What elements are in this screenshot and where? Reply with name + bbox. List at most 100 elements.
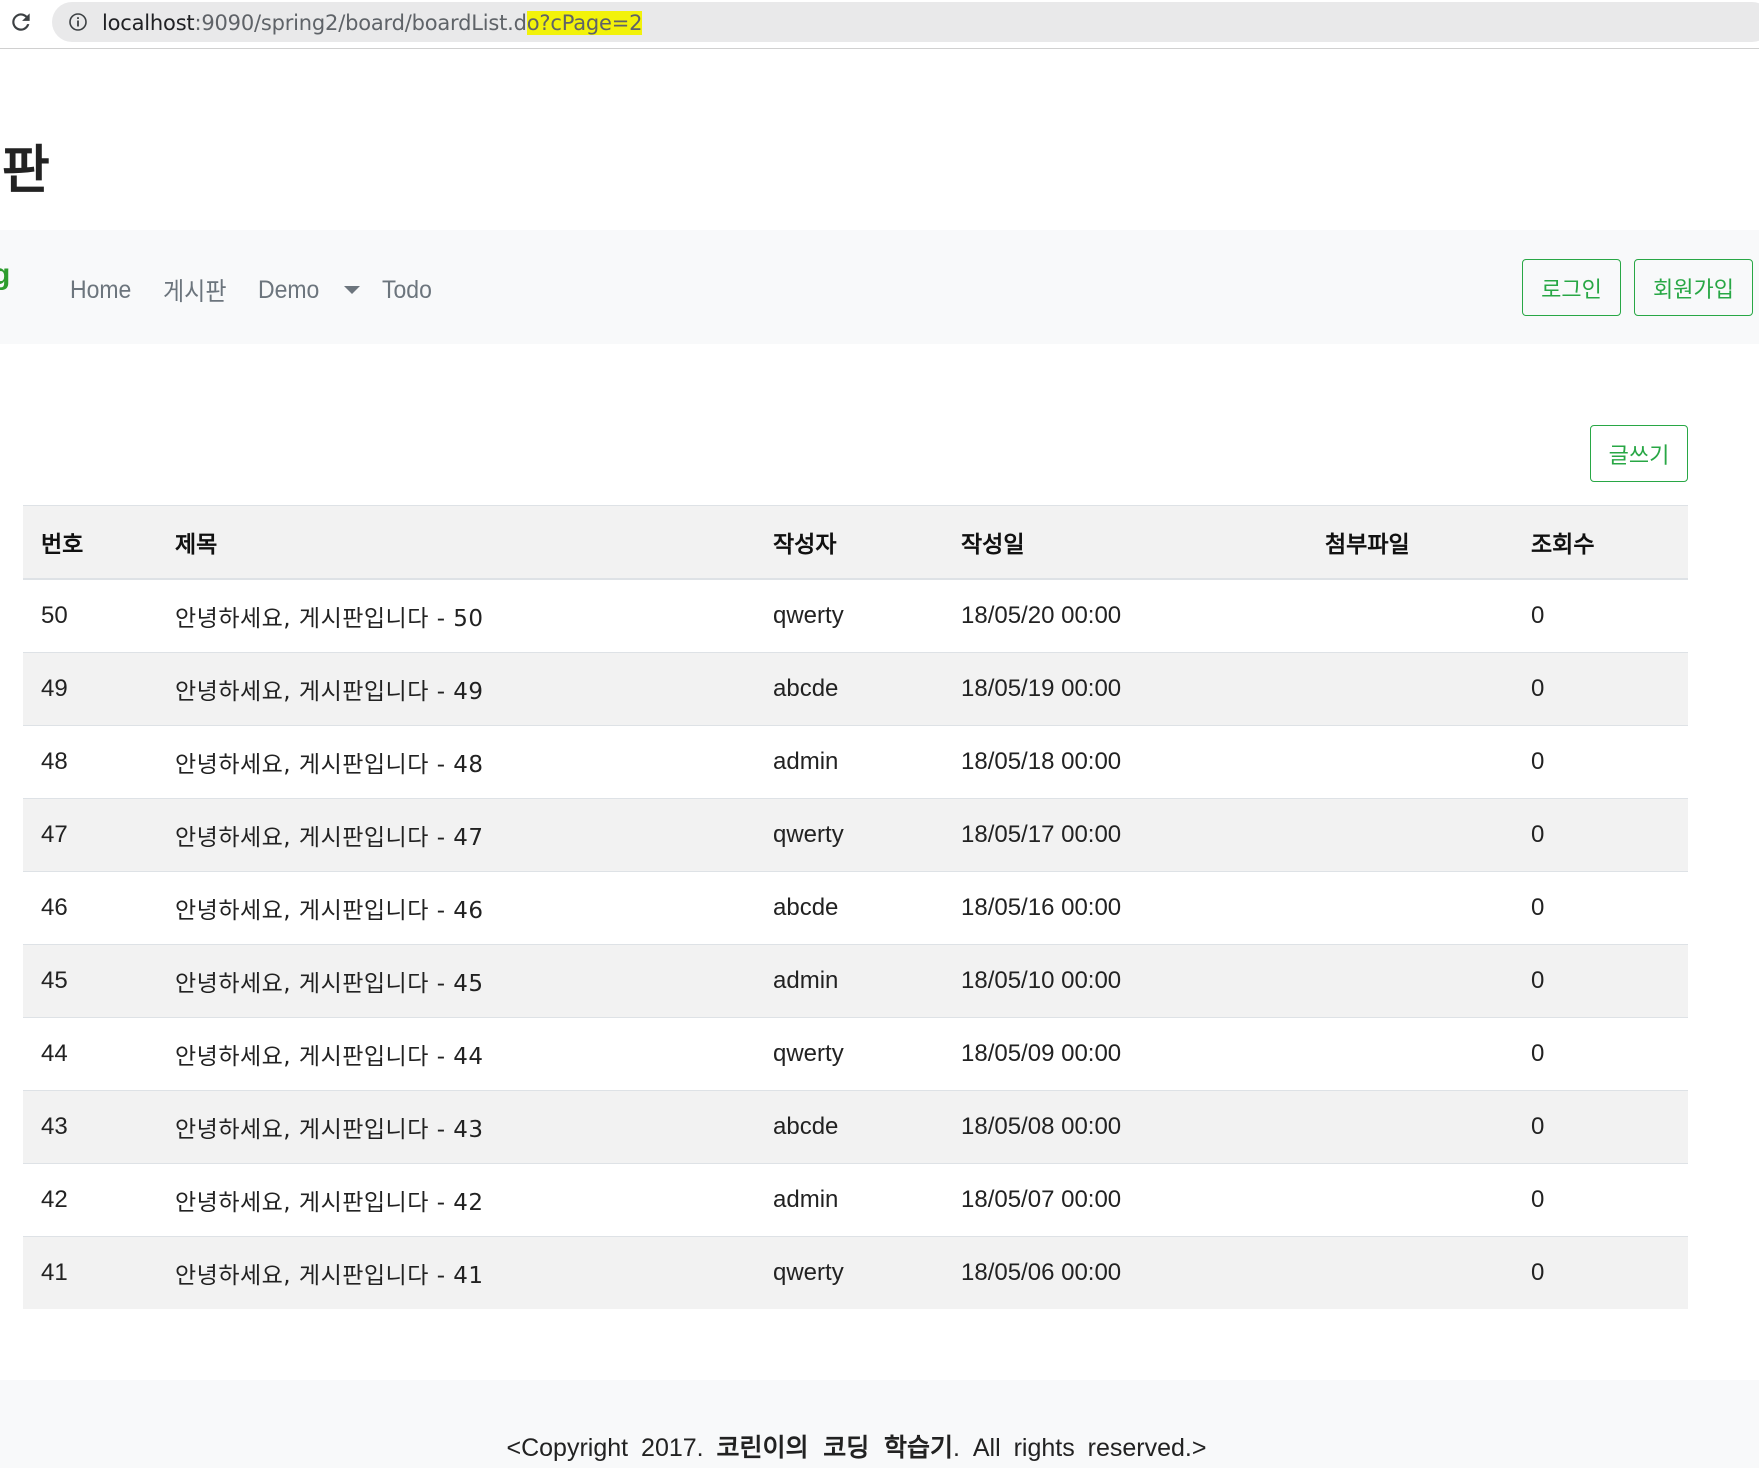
cell-file <box>1307 578 1513 652</box>
cell-no: 43 <box>23 1089 157 1163</box>
copyright-text: <Copyright 2017. 코린이의 코딩 학습기. All rights… <box>0 1428 1713 1464</box>
board-table: 번호 제목 작성자 작성일 첨부파일 조회수 50 안녕하세요, 게시판입니다 -… <box>23 505 1688 1309</box>
copyright-suffix: . All rights reserved.> <box>952 1434 1207 1462</box>
cell-count: 0 <box>1513 724 1688 798</box>
cell-no: 50 <box>23 578 157 652</box>
cell-count: 0 <box>1513 1016 1688 1090</box>
cell-title[interactable]: 안녕하세요, 게시판입니다 - 42 <box>157 1162 755 1236</box>
browser-toolbar: localhost:9090/spring2/board/boardList.d… <box>0 0 1759 49</box>
cell-date: 18/05/17 00:00 <box>943 797 1307 871</box>
table-row[interactable]: 42 안녕하세요, 게시판입니다 - 42 admin 18/05/07 00:00 0 <box>23 1162 1688 1236</box>
cell-title[interactable]: 안녕하세요, 게시판입니다 - 47 <box>157 797 755 871</box>
cell-file <box>1307 1016 1513 1090</box>
cell-date: 18/05/19 00:00 <box>943 651 1307 725</box>
url-text[interactable]: localhost:9090/spring2/board/boardList.d… <box>102 11 643 35</box>
cell-file <box>1307 724 1513 798</box>
url-host: localhost <box>102 11 195 35</box>
cell-title[interactable]: 안녕하세요, 게시판입니다 - 46 <box>157 870 755 944</box>
navbar: g Home 게시판 Demo Todo 로그인 회원가입 <box>0 230 1759 344</box>
cell-no: 44 <box>23 1016 157 1090</box>
cell-count: 0 <box>1513 1089 1688 1163</box>
nav-link-board[interactable]: 게시판 <box>163 272 226 308</box>
caret-down-icon[interactable] <box>344 286 361 294</box>
column-header-file: 첨부파일 <box>1307 505 1513 580</box>
cell-writer: abcde <box>755 870 943 944</box>
url-path: :9090/spring2/board/boardList.d <box>194 11 527 35</box>
cell-date: 18/05/16 00:00 <box>943 870 1307 944</box>
cell-no: 42 <box>23 1162 157 1236</box>
cell-writer: admin <box>755 943 943 1017</box>
cell-file <box>1307 870 1513 944</box>
table-row[interactable]: 46 안녕하세요, 게시판입니다 - 46 abcde 18/05/16 00:00 0 <box>23 870 1688 944</box>
cell-date: 18/05/09 00:00 <box>943 1016 1307 1090</box>
cell-title[interactable]: 안녕하세요, 게시판입니다 - 49 <box>157 651 755 725</box>
cell-title[interactable]: 안녕하세요, 게시판입니다 - 48 <box>157 724 755 798</box>
copyright-brand: 코린이의 코딩 학습기 <box>716 1433 953 1462</box>
table-row[interactable]: 43 안녕하세요, 게시판입니다 - 43 abcde 18/05/08 00:00 0 <box>23 1089 1688 1163</box>
info-icon[interactable] <box>68 12 88 32</box>
cell-date: 18/05/08 00:00 <box>943 1089 1307 1163</box>
copyright-prefix: <Copyright 2017. <box>506 1434 717 1462</box>
cell-writer: admin <box>755 724 943 798</box>
cell-count: 0 <box>1513 1235 1688 1309</box>
cell-no: 48 <box>23 724 157 798</box>
cell-title[interactable]: 안녕하세요, 게시판입니다 - 50 <box>157 578 755 652</box>
cell-no: 49 <box>23 651 157 725</box>
cell-writer: qwerty <box>755 797 943 871</box>
cell-file <box>1307 797 1513 871</box>
nav-dropdown-demo[interactable]: Demo <box>258 276 361 305</box>
cell-no: 47 <box>23 797 157 871</box>
nav-link-demo[interactable]: Demo <box>258 276 319 305</box>
cell-file <box>1307 1162 1513 1236</box>
cell-writer: qwerty <box>755 1016 943 1090</box>
cell-file <box>1307 651 1513 725</box>
navbar-brand[interactable]: g <box>0 258 10 292</box>
cell-count: 0 <box>1513 1162 1688 1236</box>
cell-count: 0 <box>1513 797 1688 871</box>
cell-no: 45 <box>23 943 157 1017</box>
reload-icon[interactable] <box>8 9 34 35</box>
login-button[interactable]: 로그인 <box>1522 259 1621 316</box>
cell-writer: qwerty <box>755 1235 943 1309</box>
cell-date: 18/05/18 00:00 <box>943 724 1307 798</box>
cell-count: 0 <box>1513 651 1688 725</box>
cell-count: 0 <box>1513 578 1688 652</box>
column-header-date: 작성일 <box>943 505 1307 580</box>
url-highlight: o?cPage=2 <box>526 11 643 35</box>
nav-link-todo[interactable]: Todo <box>382 276 432 305</box>
nav-link-home[interactable]: Home <box>70 276 131 305</box>
signup-button[interactable]: 회원가입 <box>1634 259 1753 316</box>
cell-file <box>1307 943 1513 1017</box>
footer: <Copyright 2017. 코린이의 코딩 학습기. All rights… <box>0 1380 1759 1468</box>
cell-title[interactable]: 안녕하세요, 게시판입니다 - 41 <box>157 1235 755 1309</box>
cell-count: 0 <box>1513 870 1688 944</box>
cell-count: 0 <box>1513 943 1688 1017</box>
cell-no: 41 <box>23 1235 157 1309</box>
cell-date: 18/05/20 00:00 <box>943 578 1307 652</box>
cell-file <box>1307 1235 1513 1309</box>
table-row[interactable]: 45 안녕하세요, 게시판입니다 - 45 admin 18/05/10 00:00 0 <box>23 943 1688 1017</box>
cell-date: 18/05/06 00:00 <box>943 1235 1307 1309</box>
nav-links: Home 게시판 Demo Todo <box>70 272 463 308</box>
page-title: 시판 <box>0 141 50 201</box>
table-row[interactable]: 49 안녕하세요, 게시판입니다 - 49 abcde 18/05/19 00:00 0 <box>23 651 1688 725</box>
address-bar[interactable]: localhost:9090/spring2/board/boardList.d… <box>52 2 1759 42</box>
table-row[interactable]: 44 안녕하세요, 게시판입니다 - 44 qwerty 18/05/09 00:00… <box>23 1016 1688 1090</box>
cell-title[interactable]: 안녕하세요, 게시판입니다 - 44 <box>157 1016 755 1090</box>
cell-file <box>1307 1089 1513 1163</box>
write-post-button[interactable]: 글쓰기 <box>1590 425 1688 482</box>
cell-date: 18/05/07 00:00 <box>943 1162 1307 1236</box>
column-header-title: 제목 <box>157 505 755 580</box>
table-row[interactable]: 50 안녕하세요, 게시판입니다 - 50 qwerty 18/05/20 00:00… <box>23 578 1688 652</box>
table-header-row: 번호 제목 작성자 작성일 첨부파일 조회수 <box>23 505 1688 580</box>
cell-title[interactable]: 안녕하세요, 게시판입니다 - 43 <box>157 1089 755 1163</box>
table-row[interactable]: 41 안녕하세요, 게시판입니다 - 41 qwerty 18/05/06 00:00… <box>23 1235 1688 1309</box>
cell-date: 18/05/10 00:00 <box>943 943 1307 1017</box>
column-header-count: 조회수 <box>1513 505 1688 580</box>
column-header-writer: 작성자 <box>755 505 943 580</box>
table-row[interactable]: 47 안녕하세요, 게시판입니다 - 47 qwerty 18/05/17 00:00… <box>23 797 1688 871</box>
table-row[interactable]: 48 안녕하세요, 게시판입니다 - 48 admin 18/05/18 00:00 0 <box>23 724 1688 798</box>
cell-title[interactable]: 안녕하세요, 게시판입니다 - 45 <box>157 943 755 1017</box>
cell-writer: abcde <box>755 1089 943 1163</box>
cell-writer: qwerty <box>755 578 943 652</box>
